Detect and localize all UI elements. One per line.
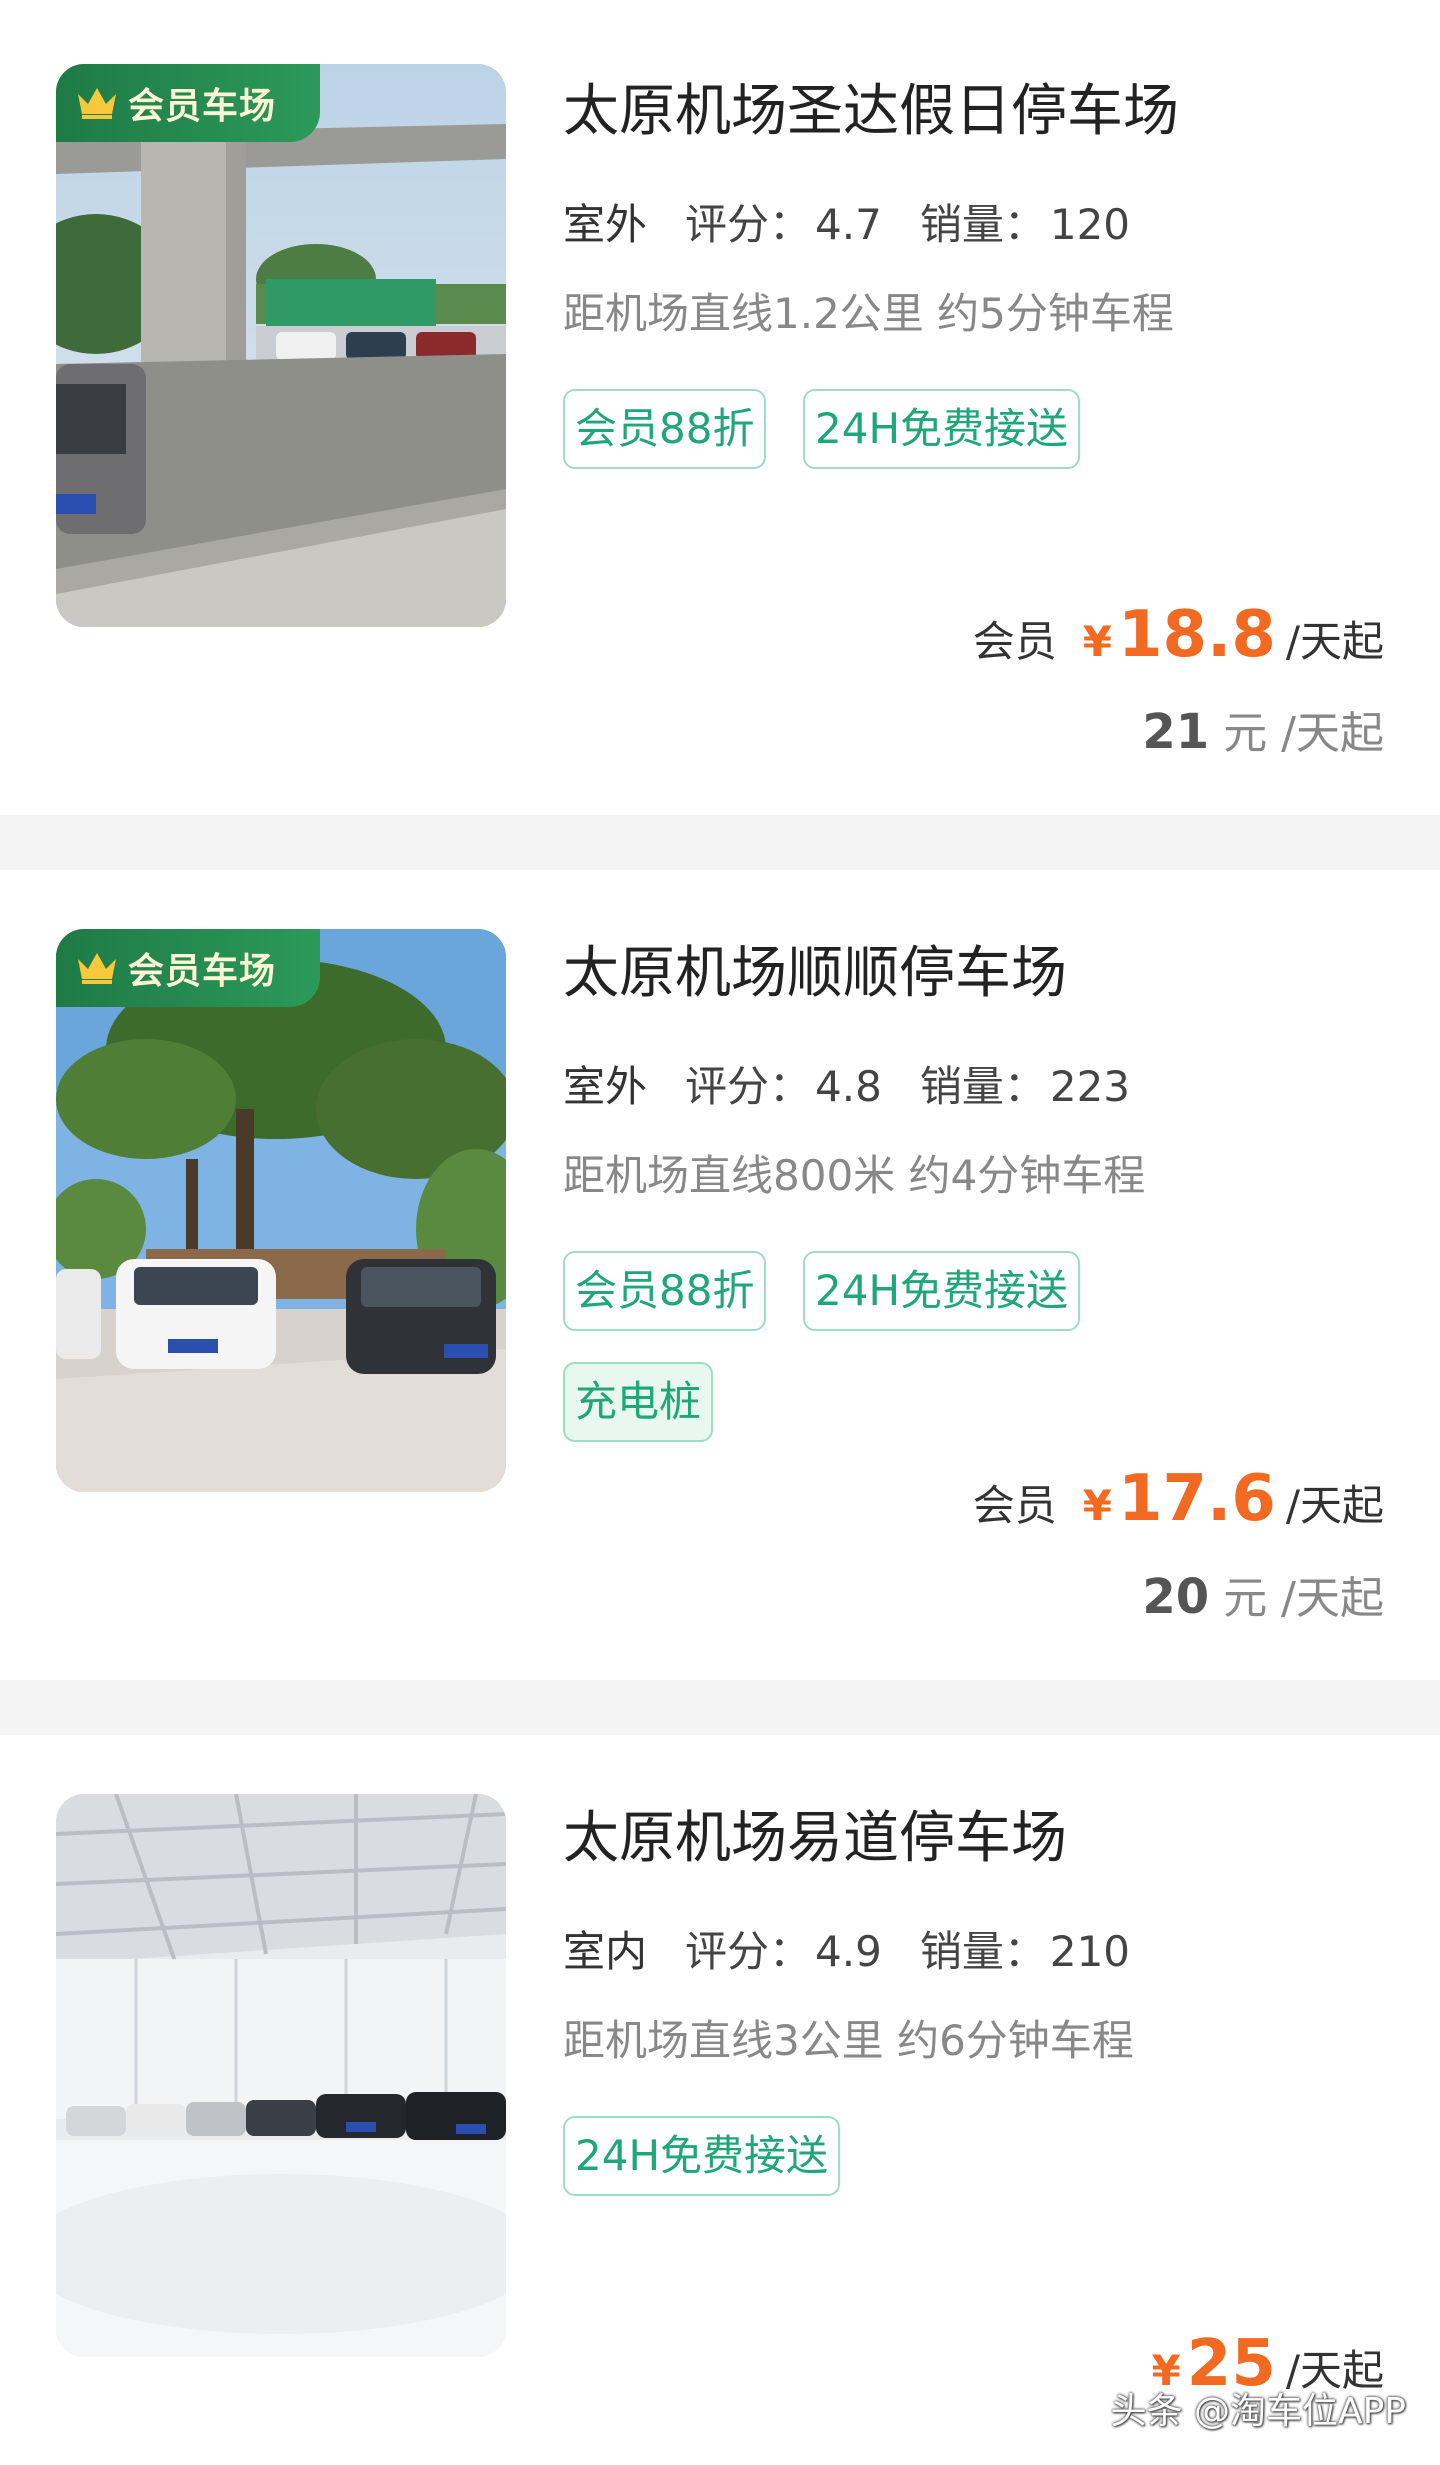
parking-photo [56, 1794, 506, 2357]
tag-member-discount: 会员88折 [563, 1251, 767, 1331]
distance-text: 距机场直线800米 约4分钟车程 [563, 1151, 1146, 1200]
parking-card-shunshun[interactable]: 会员车场 太原机场顺顺停车场 室外 评分：4.8 销量：223 距机场直线800米 … [0, 870, 1440, 1680]
member-lot-badge: 会员车场 [56, 64, 321, 142]
member-price-value: 18.8 [1117, 598, 1276, 672]
parking-photo: 会员车场 [56, 929, 506, 1492]
parking-title[interactable]: 太原机场圣达假日停车场 [563, 72, 1179, 152]
rating-value: 4.8 [815, 1062, 882, 1111]
regular-price-value: 21 [1142, 704, 1210, 760]
distance-text: 距机场直线1.2公里 约5分钟车程 [563, 289, 1174, 338]
parking-meta: 室内 评分：4.9 销量：210 [563, 1922, 1168, 1982]
member-price-unit: /天起 [1285, 617, 1384, 666]
crown-icon [76, 951, 118, 985]
rating-value: 4.7 [815, 200, 882, 249]
regular-price-unit: 元 /天起 [1223, 708, 1384, 759]
sales-label: 销量： [919, 200, 1046, 249]
member-price-unit: /天起 [1285, 1481, 1384, 1530]
tag-member-discount: 会员88折 [563, 389, 767, 469]
sales-label: 销量： [919, 1062, 1046, 1111]
parking-meta: 室外 评分：4.8 销量：223 [563, 1057, 1168, 1117]
tag-free-shuttle: 24H免费接送 [563, 2116, 841, 2196]
regular-price-unit: 元 /天起 [1223, 1573, 1384, 1624]
regular-price: 21 元 /天起 [1142, 697, 1384, 761]
location-type: 室外 [563, 195, 648, 255]
regular-price-value: 20 [1142, 1569, 1210, 1625]
rating-label: 评分： [685, 200, 812, 249]
member-lot-badge: 会员车场 [56, 929, 321, 1007]
distance-text: 距机场直线3公里 约6分钟车程 [563, 2016, 1134, 2065]
parking-title[interactable]: 太原机场顺顺停车场 [563, 934, 1067, 1014]
sales-label: 销量： [919, 1927, 1046, 1976]
sales-value: 223 [1049, 1062, 1131, 1111]
currency-symbol: ¥ [1082, 1481, 1112, 1530]
location-type: 室外 [563, 1057, 648, 1117]
card-separator [0, 1680, 1440, 1735]
tag-free-shuttle: 24H免费接送 [803, 389, 1081, 469]
location-type: 室内 [563, 1922, 648, 1982]
badge-label: 会员车场 [128, 86, 277, 127]
member-price: 会员 ¥17.6/天起 [973, 1462, 1384, 1536]
currency-symbol: ¥ [1082, 617, 1112, 666]
sales-value: 120 [1049, 200, 1131, 249]
member-price-label: 会员 [972, 617, 1057, 666]
parking-photo: 会员车场 [56, 64, 506, 627]
rating-label: 评分： [685, 1927, 812, 1976]
parking-meta: 室外 评分：4.7 销量：120 [563, 195, 1168, 255]
badge-label: 会员车场 [128, 951, 277, 992]
tag-ev-charging: 充电桩 [563, 1362, 714, 1442]
parking-card-yidao[interactable]: 太原机场易道停车场 室内 评分：4.9 销量：210 距机场直线3公里 约6分钟车程… [0, 1735, 1440, 2465]
member-price: 会员 ¥18.8/天起 [973, 598, 1384, 672]
rating-label: 评分： [685, 1062, 812, 1111]
card-separator [0, 815, 1440, 870]
sales-value: 210 [1049, 1927, 1131, 1976]
member-price-value: 17.6 [1117, 1462, 1276, 1536]
parking-card-shengda[interactable]: 会员车场 太原机场圣达假日停车场 室外 评分：4.7 销量：120 距机场直线1.2… [0, 0, 1440, 815]
member-price-label: 会员 [972, 1481, 1057, 1530]
watermark: 头条 @淘车位APP [1110, 2391, 1407, 2432]
regular-price: 20 元 /天起 [1142, 1562, 1384, 1626]
rating-value: 4.9 [815, 1927, 882, 1976]
tag-free-shuttle: 24H免费接送 [803, 1251, 1081, 1331]
parking-title[interactable]: 太原机场易道停车场 [563, 1799, 1067, 1879]
crown-icon [76, 86, 118, 120]
